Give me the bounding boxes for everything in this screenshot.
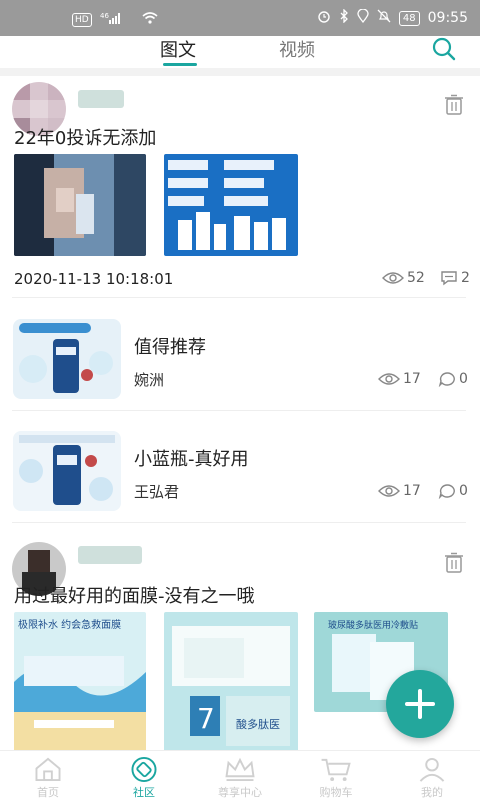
- community-icon: [131, 757, 157, 782]
- view-count: 17: [378, 371, 421, 387]
- eye-icon: [378, 485, 400, 497]
- crown-icon: [225, 757, 255, 782]
- comment-count[interactable]: 0: [438, 483, 468, 499]
- svg-text:46: 46: [100, 12, 109, 20]
- article-item[interactable]: 小蓝瓶-真好用 王弘君 17 0: [0, 431, 480, 543]
- battery-indicator: 48: [398, 10, 420, 26]
- nav-home[interactable]: 首页: [0, 751, 96, 800]
- battery-level: 48: [398, 10, 420, 26]
- nav-home-label: 首页: [37, 786, 59, 799]
- bluetooth-icon: [339, 8, 349, 27]
- post-image[interactable]: 极限补水 约会急救面膜: [14, 612, 146, 750]
- alarm-icon: [317, 9, 331, 27]
- username-blurred: [78, 90, 124, 108]
- section-divider: [0, 68, 480, 76]
- top-tabs: 图文 视频: [0, 36, 480, 68]
- cart-icon: [321, 758, 351, 782]
- post-title[interactable]: 用过最好用的面膜-没有之一哦: [14, 582, 255, 608]
- article-item[interactable]: 值得推荐 婉洲 17 0: [0, 319, 480, 431]
- comment-count-value: 0: [459, 483, 468, 499]
- view-count: 17: [378, 483, 421, 499]
- username-blurred: [78, 546, 142, 564]
- nav-profile[interactable]: 我的: [384, 751, 480, 800]
- nav-profile-label: 我的: [421, 786, 443, 799]
- user-icon: [419, 757, 445, 782]
- eye-icon: [382, 272, 404, 284]
- view-count-value: 17: [403, 371, 421, 387]
- nav-community-label: 社区: [133, 786, 155, 799]
- image-caption: 酸多肽医: [236, 718, 280, 731]
- comment-count-value: 2: [461, 270, 470, 286]
- delete-button[interactable]: [444, 94, 464, 116]
- search-button[interactable]: [430, 36, 458, 64]
- active-tab-indicator: [163, 63, 197, 66]
- view-count-value: 52: [407, 270, 425, 286]
- wifi-icon: [142, 11, 158, 28]
- signal-icon: 46: [100, 11, 134, 28]
- tab-image-text[interactable]: 图文: [160, 36, 196, 62]
- eye-icon: [378, 373, 400, 385]
- status-right: 48 09:55: [317, 8, 468, 27]
- clock: 09:55: [427, 10, 468, 26]
- post-image[interactable]: [14, 154, 146, 256]
- comment-icon: [441, 271, 457, 286]
- image-post[interactable]: 22年0投诉无添加 2020-11-13 10:18:01 52 2: [0, 76, 480, 298]
- article-author: 婉洲: [134, 371, 165, 389]
- comment-count[interactable]: 2: [440, 270, 470, 286]
- nav-community[interactable]: 社区: [96, 751, 192, 800]
- mute-icon: [377, 9, 391, 27]
- delete-button[interactable]: [444, 552, 464, 574]
- bottom-nav: 首页 社区 尊享中心 购物车 我的: [0, 750, 480, 800]
- article-thumbnail[interactable]: [13, 319, 121, 399]
- post-image[interactable]: [164, 154, 298, 256]
- nav-vip-center[interactable]: 尊享中心: [192, 751, 288, 800]
- divider: [12, 410, 466, 411]
- nav-vip-center-label: 尊享中心: [218, 786, 262, 799]
- tab-video[interactable]: 视频: [279, 36, 315, 62]
- nav-cart[interactable]: 购物车: [288, 751, 384, 800]
- location-icon: [357, 8, 369, 27]
- view-count-value: 17: [403, 483, 421, 499]
- article-title[interactable]: 小蓝瓶-真好用: [134, 445, 249, 471]
- comment-icon: [438, 372, 455, 387]
- plus-icon: [405, 689, 435, 719]
- divider: [12, 297, 466, 298]
- trash-icon: [445, 94, 463, 115]
- svg-text:7: 7: [197, 702, 215, 735]
- home-icon: [35, 757, 61, 782]
- comment-count[interactable]: 0: [438, 371, 468, 387]
- divider: [12, 522, 466, 523]
- view-count: 52: [382, 270, 425, 286]
- status-left: HD 46: [72, 11, 158, 28]
- search-icon: [432, 37, 456, 61]
- comment-count-value: 0: [459, 371, 468, 387]
- post-timestamp: 2020-11-13 10:18:01: [14, 270, 174, 288]
- article-title[interactable]: 值得推荐: [134, 333, 206, 359]
- post-image[interactable]: 7 酸多肽医: [164, 612, 298, 750]
- comment-icon: [438, 484, 455, 499]
- hd-badge: HD: [72, 12, 92, 27]
- trash-icon: [445, 552, 463, 573]
- create-post-button[interactable]: [386, 670, 454, 738]
- status-bar: HD 46 48 09:55: [0, 0, 480, 36]
- article-author: 王弘君: [134, 483, 180, 501]
- nav-cart-label: 购物车: [319, 786, 353, 799]
- article-thumbnail[interactable]: [13, 431, 121, 511]
- post-title[interactable]: 22年0投诉无添加: [14, 124, 156, 150]
- feed[interactable]: 22年0投诉无添加 2020-11-13 10:18:01 52 2 值得推荐 …: [0, 76, 480, 750]
